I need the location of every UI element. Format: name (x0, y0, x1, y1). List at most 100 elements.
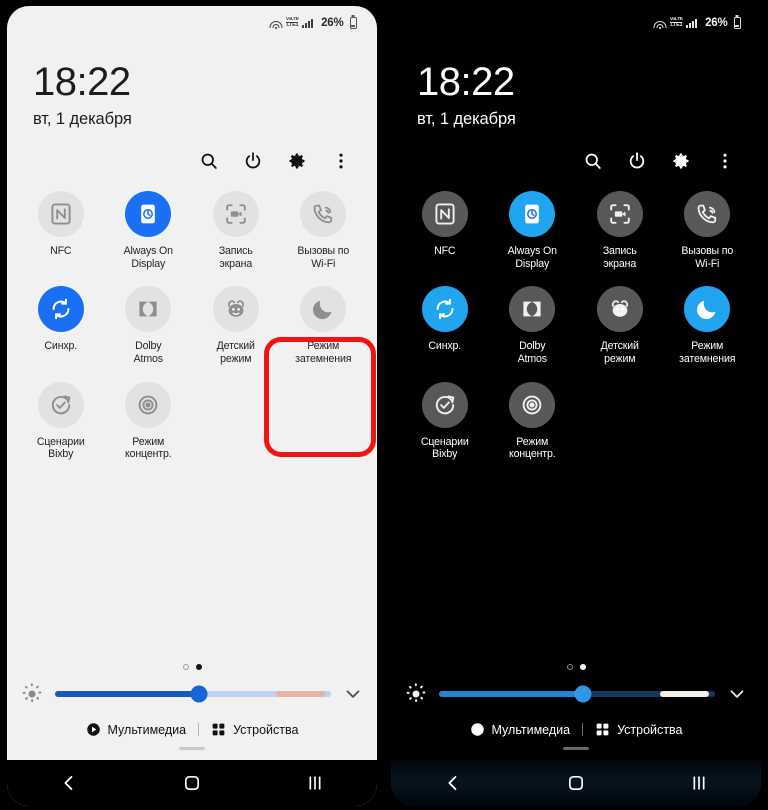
bottom-actions: Мультимедиа Устройства (7, 709, 377, 737)
recents-button[interactable] (300, 768, 330, 798)
page-dot[interactable] (579, 664, 586, 671)
wifi-calling-icon[interactable] (300, 190, 347, 237)
volte-indicator: VoLTE LTE1 (670, 17, 683, 29)
volte-bottom-label: LTE1 (670, 21, 683, 29)
quick-toggle-focus-mode[interactable]: Режим концентр. (489, 381, 577, 461)
phone-panel-dark: VoLTE LTE1 26% 18:22 вт, 1 декабря NFC A… (384, 0, 768, 810)
chevron-down-icon[interactable] (343, 684, 363, 704)
quick-toggle-label: Вызовы по Wi-Fi (681, 244, 734, 270)
quick-toggle-bixby-routines[interactable]: Сценарии Bixby (17, 381, 105, 461)
quick-toggle-label: Always On Display (507, 244, 557, 270)
back-button[interactable] (54, 768, 84, 798)
quick-toggle-screen-record[interactable]: Запись экрана (576, 190, 664, 270)
more-options-icon[interactable] (331, 151, 351, 171)
bottom-action-label: Мультимедиа (491, 722, 571, 737)
quick-toggle-bixby-routines[interactable]: Сценарии Bixby (401, 381, 489, 461)
brightness-slider[interactable] (55, 685, 331, 703)
slider-knob[interactable] (574, 685, 592, 703)
quick-toggle-focus-mode[interactable]: Режим концентр. (105, 381, 193, 461)
kids-mode-icon[interactable] (596, 286, 643, 333)
always-on-display-icon[interactable] (509, 190, 556, 237)
more-options-icon[interactable] (715, 151, 735, 171)
drag-handle[interactable] (391, 737, 761, 756)
home-button[interactable] (177, 768, 207, 798)
dolby-atmos-icon[interactable] (509, 286, 556, 333)
focus-mode-icon[interactable] (125, 381, 172, 428)
quick-toggle-always-on[interactable]: Always On Display (105, 190, 193, 270)
settings-gear-icon[interactable] (287, 151, 307, 171)
recents-button[interactable] (684, 768, 714, 798)
clock-time[interactable]: 18:22 (33, 62, 377, 103)
quick-toggle-label: NFC (434, 244, 456, 257)
focus-mode-icon[interactable] (509, 381, 556, 428)
quick-toggle-always-on[interactable]: Always On Display (489, 190, 577, 270)
sync-icon[interactable] (37, 286, 84, 333)
screen-record-icon[interactable] (212, 190, 259, 237)
clock-time[interactable]: 18:22 (417, 62, 761, 103)
slider-fill (55, 691, 199, 698)
quick-toggle-dark-mode[interactable]: Режим затемнения (280, 286, 368, 365)
bixby-routines-icon[interactable] (37, 381, 84, 428)
quick-toggle-nfc[interactable]: NFC (401, 190, 489, 270)
quick-toggle-kids-mode[interactable]: Детский режим (576, 286, 664, 365)
dolby-atmos-icon[interactable] (125, 286, 172, 333)
quick-toggle-screen-record[interactable]: Запись экрана (192, 190, 280, 270)
quick-toggle-wifi-calling[interactable]: Вызовы по Wi-Fi (664, 190, 752, 270)
bottom-action-media[interactable]: Мультимедиа (470, 722, 571, 737)
power-icon[interactable] (243, 151, 263, 171)
chevron-down-icon[interactable] (727, 684, 747, 704)
page-indicator (7, 664, 377, 671)
battery-icon (349, 17, 357, 29)
slider-tail (275, 691, 326, 698)
screen-record-icon[interactable] (596, 190, 643, 237)
bixby-routines-icon[interactable] (421, 381, 468, 428)
bottom-action-devices[interactable]: Устройства (595, 722, 682, 737)
moon-icon[interactable] (684, 286, 731, 333)
nfc-icon[interactable] (37, 190, 84, 237)
page-dot[interactable] (182, 664, 189, 671)
bottom-action-label: Устройства (617, 722, 683, 737)
bottom-action-media[interactable]: Мультимедиа (86, 722, 186, 737)
quick-toggle-label: Запись экрана (218, 244, 253, 270)
quick-toggle-nfc[interactable]: NFC (17, 190, 105, 270)
slider-knob[interactable] (190, 685, 208, 703)
quick-toggle-dolby-atmos[interactable]: Dolby Atmos (489, 286, 577, 365)
quick-toggle-sync[interactable]: Синхр. (401, 286, 489, 365)
action-divider (198, 723, 200, 737)
quick-toggle-wifi-calling[interactable]: Вызовы по Wi-Fi (280, 190, 368, 270)
moon-icon[interactable] (300, 286, 347, 333)
bottom-action-label: Устройства (233, 722, 299, 737)
quick-toggle-sync[interactable]: Синхр. (17, 286, 105, 365)
bottom-action-devices[interactable]: Устройства (211, 722, 298, 737)
always-on-display-icon[interactable] (125, 190, 172, 237)
nfc-icon[interactable] (421, 190, 468, 237)
drag-handle[interactable] (7, 737, 377, 756)
quick-toggle-label: Детский режим (216, 340, 255, 365)
wifi-calling-icon[interactable] (684, 190, 731, 237)
search-icon[interactable] (583, 151, 603, 171)
quick-toggle-label: Сценарии Bixby (36, 435, 85, 461)
clock-date[interactable]: вт, 1 декабря (417, 110, 761, 129)
screen-light: VoLTE LTE1 26% 18:22 вт, 1 декабря NFC A… (7, 6, 377, 806)
quick-toggle-dolby-atmos[interactable]: Dolby Atmos (105, 286, 193, 365)
battery-percent: 26% (705, 17, 728, 29)
page-dot[interactable] (566, 664, 573, 671)
page-dot[interactable] (195, 664, 202, 671)
clock-date[interactable]: вт, 1 декабря (33, 110, 377, 129)
panel-bottom: Мультимедиа Устройства (391, 664, 761, 760)
battery-percent: 26% (321, 17, 344, 29)
quick-toggle-kids-mode[interactable]: Детский режим (192, 286, 280, 365)
sync-icon[interactable] (421, 286, 468, 333)
home-button[interactable] (561, 768, 591, 798)
page-indicator (391, 664, 761, 671)
signal-bars-icon (301, 18, 314, 28)
quick-toggle-label: Режим концентр. (124, 435, 172, 461)
back-button[interactable] (438, 768, 468, 798)
clock-area: 18:22 вт, 1 декабря (7, 40, 377, 129)
search-icon[interactable] (199, 151, 219, 171)
settings-gear-icon[interactable] (671, 151, 691, 171)
power-icon[interactable] (627, 151, 647, 171)
kids-mode-icon[interactable] (212, 286, 259, 333)
brightness-slider[interactable] (439, 685, 715, 703)
quick-toggle-dark-mode[interactable]: Режим затемнения (664, 286, 752, 365)
